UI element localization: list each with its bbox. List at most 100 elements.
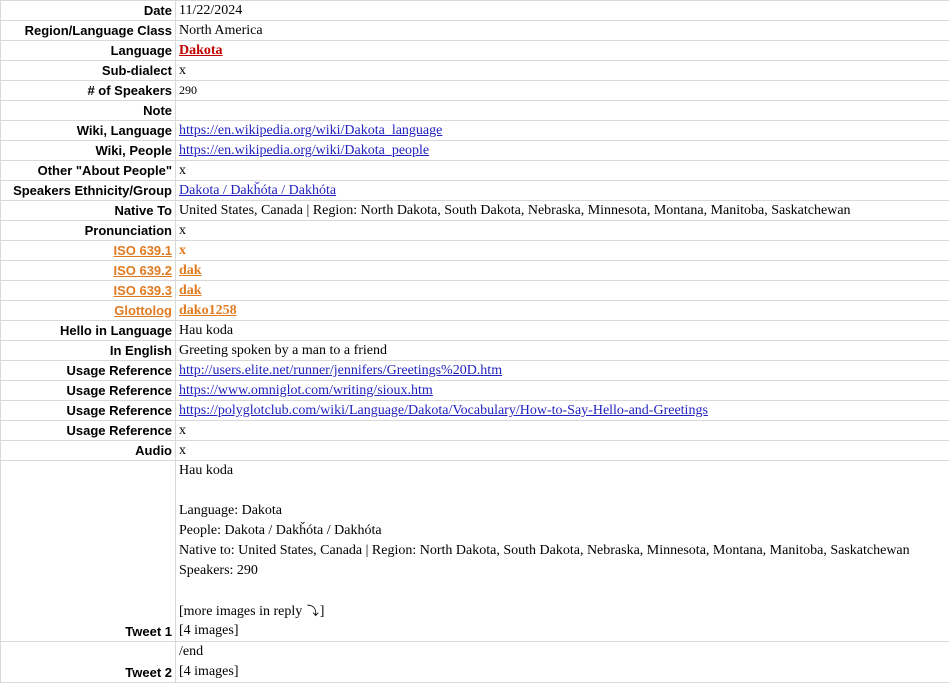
iso-639-1-value[interactable]: x xyxy=(179,243,186,258)
label-wiki-people[interactable]: Wiki, People xyxy=(1,141,176,161)
label-language[interactable]: Language xyxy=(1,41,176,61)
value-date[interactable]: 11/22/2024 xyxy=(176,1,949,21)
tweet-1-line: Speakers: 290 xyxy=(179,561,946,581)
spreadsheet: Date 11/22/2024 Region/Language Class No… xyxy=(0,0,949,683)
row-date: Date 11/22/2024 xyxy=(1,1,949,21)
row-native-to: Native To United States, Canada | Region… xyxy=(1,201,949,221)
label-audio[interactable]: Audio xyxy=(1,441,176,461)
label-note[interactable]: Note xyxy=(1,101,176,121)
value-region[interactable]: North America xyxy=(176,21,949,41)
row-ethnicity: Speakers Ethnicity/Group Dakota / Dakȟót… xyxy=(1,181,949,201)
value-other-about-people[interactable]: x xyxy=(176,161,949,181)
label-native-to[interactable]: Native To xyxy=(1,201,176,221)
label-subdialect[interactable]: Sub-dialect xyxy=(1,61,176,81)
value-wiki-people-cell[interactable]: https://en.wikipedia.org/wiki/Dakota_peo… xyxy=(176,141,949,161)
more-images-suffix: ] xyxy=(320,604,325,619)
row-audio: Audio x xyxy=(1,441,949,461)
label-iso-639-3-cell[interactable]: ISO 639.3 xyxy=(1,281,176,301)
value-tweet-2[interactable]: /end [4 images] xyxy=(176,642,949,683)
row-wiki-language: Wiki, Language https://en.wikipedia.org/… xyxy=(1,121,949,141)
label-tweet-1[interactable]: Tweet 1 xyxy=(1,461,176,642)
row-iso-639-2: ISO 639.2 dak xyxy=(1,261,949,281)
iso-639-2-label-link[interactable]: ISO 639.2 xyxy=(113,263,172,278)
row-tweet-2: Tweet 2 /end [4 images] xyxy=(1,642,949,683)
label-tweet-2[interactable]: Tweet 2 xyxy=(1,642,176,683)
value-audio[interactable]: x xyxy=(176,441,949,461)
label-usage-ref-3[interactable]: Usage Reference xyxy=(1,401,176,421)
iso-639-2-value-link[interactable]: dak xyxy=(179,263,202,278)
usage-ref-1-link[interactable]: http://users.elite.net/runner/jennifers/… xyxy=(179,363,502,378)
label-glottolog-cell[interactable]: Glottolog xyxy=(1,301,176,321)
row-wiki-people: Wiki, People https://en.wikipedia.org/wi… xyxy=(1,141,949,161)
value-speakers[interactable]: 290 xyxy=(176,81,949,101)
tweet-2-line: /end xyxy=(179,642,946,662)
glottolog-value-link[interactable]: dako1258 xyxy=(179,303,237,318)
wiki-people-link[interactable]: https://en.wikipedia.org/wiki/Dakota_peo… xyxy=(179,143,429,158)
value-language-cell[interactable]: Dakota xyxy=(176,41,949,61)
row-glottolog: Glottolog dako1258 xyxy=(1,301,949,321)
label-pronunciation[interactable]: Pronunciation xyxy=(1,221,176,241)
value-hello[interactable]: Hau koda xyxy=(176,321,949,341)
ethnicity-link[interactable]: Dakota / Dakȟóta / Dakhóta xyxy=(179,183,336,198)
row-region: Region/Language Class North America xyxy=(1,21,949,41)
language-link[interactable]: Dakota xyxy=(179,43,223,58)
row-usage-ref-4: Usage Reference x xyxy=(1,421,949,441)
tweet-1-line: Language: Dakota xyxy=(179,501,946,521)
label-in-english[interactable]: In English xyxy=(1,341,176,361)
label-usage-ref-4[interactable]: Usage Reference xyxy=(1,421,176,441)
value-usage-ref-2-cell[interactable]: https://www.omniglot.com/writing/sioux.h… xyxy=(176,381,949,401)
value-note[interactable] xyxy=(176,101,949,121)
usage-ref-3-link[interactable]: https://polyglotclub.com/wiki/Language/D… xyxy=(179,403,708,418)
value-usage-ref-3-cell[interactable]: https://polyglotclub.com/wiki/Language/D… xyxy=(176,401,949,421)
row-language: Language Dakota xyxy=(1,41,949,61)
tweet-1-images: [4 images] xyxy=(179,621,946,641)
label-iso-639-1-cell[interactable]: ISO 639.1 xyxy=(1,241,176,261)
value-iso-639-2-cell[interactable]: dak xyxy=(176,261,949,281)
value-tweet-1[interactable]: Hau koda Language: Dakota People: Dakota… xyxy=(176,461,949,642)
row-pronunciation: Pronunciation x xyxy=(1,221,949,241)
usage-ref-2-link[interactable]: https://www.omniglot.com/writing/sioux.h… xyxy=(179,383,433,398)
row-other-about-people: Other "About People" x xyxy=(1,161,949,181)
tweet-1-line xyxy=(179,581,946,601)
value-subdialect[interactable]: x xyxy=(176,61,949,81)
value-ethnicity-cell[interactable]: Dakota / Dakȟóta / Dakhóta xyxy=(176,181,949,201)
iso-639-3-value-link[interactable]: dak xyxy=(179,283,202,298)
value-in-english[interactable]: Greeting spoken by a man to a friend xyxy=(176,341,949,361)
row-usage-ref-1: Usage Reference http://users.elite.net/r… xyxy=(1,361,949,381)
tweet-2-images: [4 images] xyxy=(179,662,946,682)
tweet-1-more-images: [more images in reply ⤵] xyxy=(179,601,946,621)
label-region[interactable]: Region/Language Class xyxy=(1,21,176,41)
row-usage-ref-2: Usage Reference https://www.omniglot.com… xyxy=(1,381,949,401)
value-pronunciation[interactable]: x xyxy=(176,221,949,241)
label-iso-639-2-cell[interactable]: ISO 639.2 xyxy=(1,261,176,281)
wiki-language-link[interactable]: https://en.wikipedia.org/wiki/Dakota_lan… xyxy=(179,123,442,138)
label-wiki-language[interactable]: Wiki, Language xyxy=(1,121,176,141)
value-native-to[interactable]: United States, Canada | Region: North Da… xyxy=(176,201,949,221)
iso-639-1-label-link[interactable]: ISO 639.1 xyxy=(113,243,172,258)
label-usage-ref-2[interactable]: Usage Reference xyxy=(1,381,176,401)
row-speakers: # of Speakers 290 xyxy=(1,81,949,101)
reply-arrow-icon: ⤵ xyxy=(306,601,320,621)
row-iso-639-3: ISO 639.3 dak xyxy=(1,281,949,301)
iso-639-3-label-link[interactable]: ISO 639.3 xyxy=(113,283,172,298)
value-usage-ref-1-cell[interactable]: http://users.elite.net/runner/jennifers/… xyxy=(176,361,949,381)
row-in-english: In English Greeting spoken by a man to a… xyxy=(1,341,949,361)
glottolog-label-link[interactable]: Glottolog xyxy=(114,303,172,318)
label-other-about-people[interactable]: Other "About People" xyxy=(1,161,176,181)
value-usage-ref-4[interactable]: x xyxy=(176,421,949,441)
label-date[interactable]: Date xyxy=(1,1,176,21)
tweet-1-line xyxy=(179,481,946,501)
row-tweet-1: Tweet 1 Hau koda Language: Dakota People… xyxy=(1,461,949,642)
label-hello[interactable]: Hello in Language xyxy=(1,321,176,341)
row-iso-639-1: ISO 639.1 x xyxy=(1,241,949,261)
row-note: Note xyxy=(1,101,949,121)
label-speakers[interactable]: # of Speakers xyxy=(1,81,176,101)
value-iso-639-1-cell[interactable]: x xyxy=(176,241,949,261)
value-iso-639-3-cell[interactable]: dak xyxy=(176,281,949,301)
label-ethnicity[interactable]: Speakers Ethnicity/Group xyxy=(1,181,176,201)
more-images-prefix: [more images in reply xyxy=(179,604,306,619)
label-usage-ref-1[interactable]: Usage Reference xyxy=(1,361,176,381)
value-glottolog-cell[interactable]: dako1258 xyxy=(176,301,949,321)
value-wiki-language-cell[interactable]: https://en.wikipedia.org/wiki/Dakota_lan… xyxy=(176,121,949,141)
row-subdialect: Sub-dialect x xyxy=(1,61,949,81)
